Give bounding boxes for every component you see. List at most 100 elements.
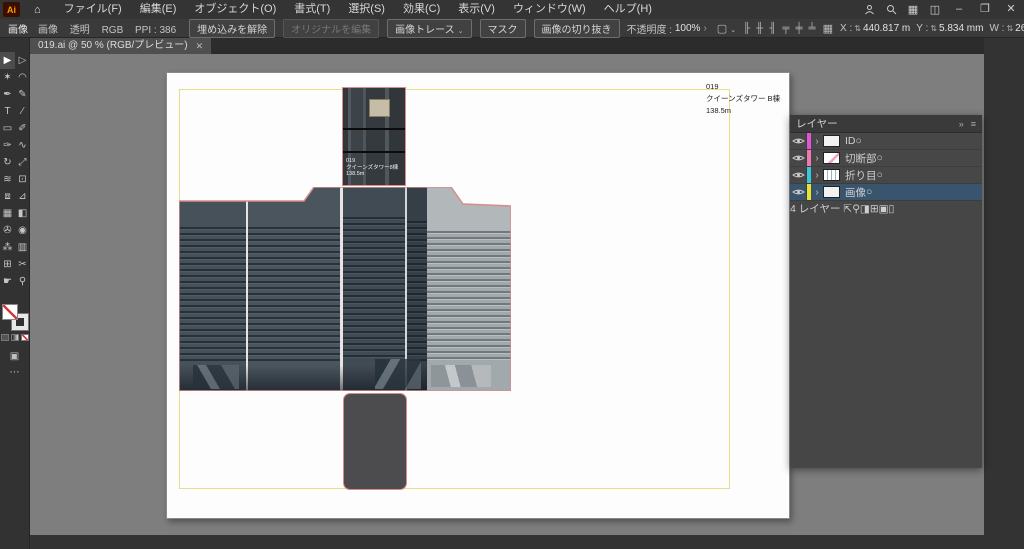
dieline-top-flap-image[interactable]: 019 クイーンズタワー8棟 138.5m: [342, 87, 406, 186]
zoom-tool-icon[interactable]: ⚲: [15, 273, 30, 290]
curvature-tool-icon[interactable]: ✎: [15, 86, 30, 103]
w-value[interactable]: 269.462 m: [1015, 23, 1024, 34]
shaper-tool-icon[interactable]: ∿: [15, 137, 30, 154]
layer-row-id[interactable]: › ID ○: [790, 133, 982, 150]
opacity-more-icon[interactable]: ›: [703, 23, 706, 34]
delete-layer-icon[interactable]: ▯: [889, 203, 895, 215]
column-graph-tool-icon[interactable]: ▥: [15, 239, 30, 256]
layer-name[interactable]: 切断部: [845, 151, 877, 166]
visibility-eye-icon[interactable]: [790, 150, 807, 166]
y-field[interactable]: Y : ⇅ 5.834 mm: [916, 23, 983, 34]
perspective-grid-tool-icon[interactable]: ⊿: [15, 188, 30, 205]
direct-selection-tool-icon[interactable]: ▷: [15, 52, 30, 69]
menu-file[interactable]: ファイル(F): [55, 0, 131, 19]
collapse-panel-icon[interactable]: »: [959, 119, 964, 129]
style-icon[interactable]: ▢⌄: [717, 22, 736, 35]
layer-row-cut[interactable]: › 切断部 ○: [790, 150, 982, 167]
draw-mode-icon[interactable]: ▣: [0, 349, 29, 365]
account-icon[interactable]: [858, 4, 880, 16]
collect-for-export-icon[interactable]: ⇱: [843, 203, 852, 215]
fill-stroke-indicator[interactable]: [2, 304, 28, 330]
target-circle-icon[interactable]: ○: [856, 135, 862, 147]
target-circle-icon[interactable]: ○: [866, 186, 872, 198]
chevron-down-icon[interactable]: ⌄: [458, 28, 464, 35]
magic-wand-tool-icon[interactable]: ✶: [0, 69, 15, 86]
mask-button[interactable]: マスク: [480, 19, 526, 38]
x-value[interactable]: 440.817 m: [863, 23, 910, 34]
home-icon[interactable]: ⌂: [34, 4, 41, 16]
artboard-label-text[interactable]: 019 クイーンズタワー B棟 138.5m: [706, 81, 780, 117]
opacity-value[interactable]: 100%: [675, 23, 701, 34]
tab-close-icon[interactable]: ✕: [196, 38, 204, 54]
blend-tool-icon[interactable]: ◉: [15, 222, 30, 239]
new-layer-icon[interactable]: ▣: [879, 203, 889, 215]
arrange-documents-icon[interactable]: ◫: [924, 3, 946, 16]
new-sublayer-icon[interactable]: ⊞: [870, 203, 879, 215]
none-button[interactable]: [21, 334, 29, 341]
selection-tool-icon[interactable]: ▶: [0, 52, 15, 69]
edit-toolbar-ellipsis-icon[interactable]: ⋯: [0, 365, 29, 381]
menu-object[interactable]: オブジェクト(O): [185, 0, 285, 19]
layer-name[interactable]: ID: [845, 135, 856, 147]
expand-layer-icon[interactable]: ›: [811, 187, 823, 198]
layer-row-image[interactable]: › 画像 ○: [790, 184, 982, 201]
layer-name[interactable]: 折り目: [845, 168, 877, 183]
image-trace-button[interactable]: 画像トレース⌄: [387, 19, 471, 38]
unembed-button[interactable]: 埋め込みを解除: [189, 19, 275, 38]
document-tab[interactable]: 019.ai @ 50 % (RGB/プレビュー) ✕: [30, 38, 211, 54]
layer-row-fold[interactable]: › 折り目 ○: [790, 167, 982, 184]
w-stepper[interactable]: ⇅: [1006, 24, 1013, 33]
pencil-tool-icon[interactable]: ✑: [0, 137, 15, 154]
symbol-sprayer-tool-icon[interactable]: ⁂: [0, 239, 15, 256]
slice-tool-icon[interactable]: ✂: [15, 256, 30, 273]
visibility-eye-icon[interactable]: [790, 133, 807, 149]
eyedropper-tool-icon[interactable]: ✇: [0, 222, 15, 239]
distribute-grid-icon[interactable]: ▦: [823, 22, 833, 35]
menu-help[interactable]: ヘルプ(H): [595, 0, 661, 19]
expand-layer-icon[interactable]: ›: [811, 170, 823, 181]
minimize-button[interactable]: –: [946, 0, 972, 19]
scale-tool-icon[interactable]: ⤢: [15, 154, 30, 171]
lasso-tool-icon[interactable]: ◠: [15, 69, 30, 86]
opacity-field[interactable]: 不透明度 : 100% ›: [627, 21, 710, 36]
line-segment-tool-icon[interactable]: ∕: [15, 103, 30, 120]
w-field[interactable]: W : ⇅ 269.462 m: [989, 23, 1024, 34]
align-top-icon[interactable]: ╤: [782, 23, 789, 34]
artboard[interactable]: 019 クイーンズタワー B棟 138.5m 019 クイーンズタワー8棟 13…: [166, 72, 790, 519]
search-icon[interactable]: [880, 4, 902, 16]
layer-name[interactable]: 画像: [845, 185, 866, 200]
crop-image-button[interactable]: 画像の切り抜き: [534, 19, 620, 38]
align-center-icon[interactable]: ╫: [756, 23, 763, 34]
visibility-eye-icon[interactable]: [790, 184, 807, 200]
info-transparency[interactable]: 透明: [70, 25, 90, 36]
menu-type[interactable]: 書式(T): [285, 0, 339, 19]
menu-window[interactable]: ウィンドウ(W): [504, 0, 595, 19]
expand-layer-icon[interactable]: ›: [811, 153, 823, 164]
target-circle-icon[interactable]: ○: [877, 169, 883, 181]
locate-object-icon[interactable]: ⚲: [852, 203, 860, 215]
paintbrush-tool-icon[interactable]: ✐: [15, 120, 30, 137]
align-bottom-icon[interactable]: ╧: [809, 23, 816, 34]
width-tool-icon[interactable]: ≋: [0, 171, 15, 188]
dieline-bottom-flap[interactable]: [343, 393, 407, 490]
target-circle-icon[interactable]: ○: [877, 152, 883, 164]
rectangle-tool-icon[interactable]: ▭: [0, 120, 15, 137]
restore-button[interactable]: ❐: [972, 0, 998, 19]
hand-tool-icon[interactable]: ☛: [0, 273, 15, 290]
gradient-tool-icon[interactable]: ◧: [15, 205, 30, 222]
artboard-tool-icon[interactable]: ⊞: [0, 256, 15, 273]
y-stepper[interactable]: ⇅: [930, 24, 937, 33]
menu-select[interactable]: 選択(S): [339, 0, 394, 19]
workspace-switcher-icon[interactable]: ▦: [902, 3, 924, 16]
align-left-icon[interactable]: ╟: [743, 23, 750, 34]
shape-builder-tool-icon[interactable]: ⧈: [0, 188, 15, 205]
pen-tool-icon[interactable]: ✒: [0, 86, 15, 103]
x-stepper[interactable]: ⇅: [854, 24, 861, 33]
color-button[interactable]: [1, 334, 9, 341]
align-right-icon[interactable]: ╢: [769, 23, 776, 34]
dieline-main-strip-image[interactable]: [179, 187, 511, 391]
visibility-eye-icon[interactable]: [790, 167, 807, 183]
menu-edit[interactable]: 編集(E): [131, 0, 186, 19]
expand-layer-icon[interactable]: ›: [811, 136, 823, 147]
gradient-button[interactable]: [11, 334, 19, 341]
